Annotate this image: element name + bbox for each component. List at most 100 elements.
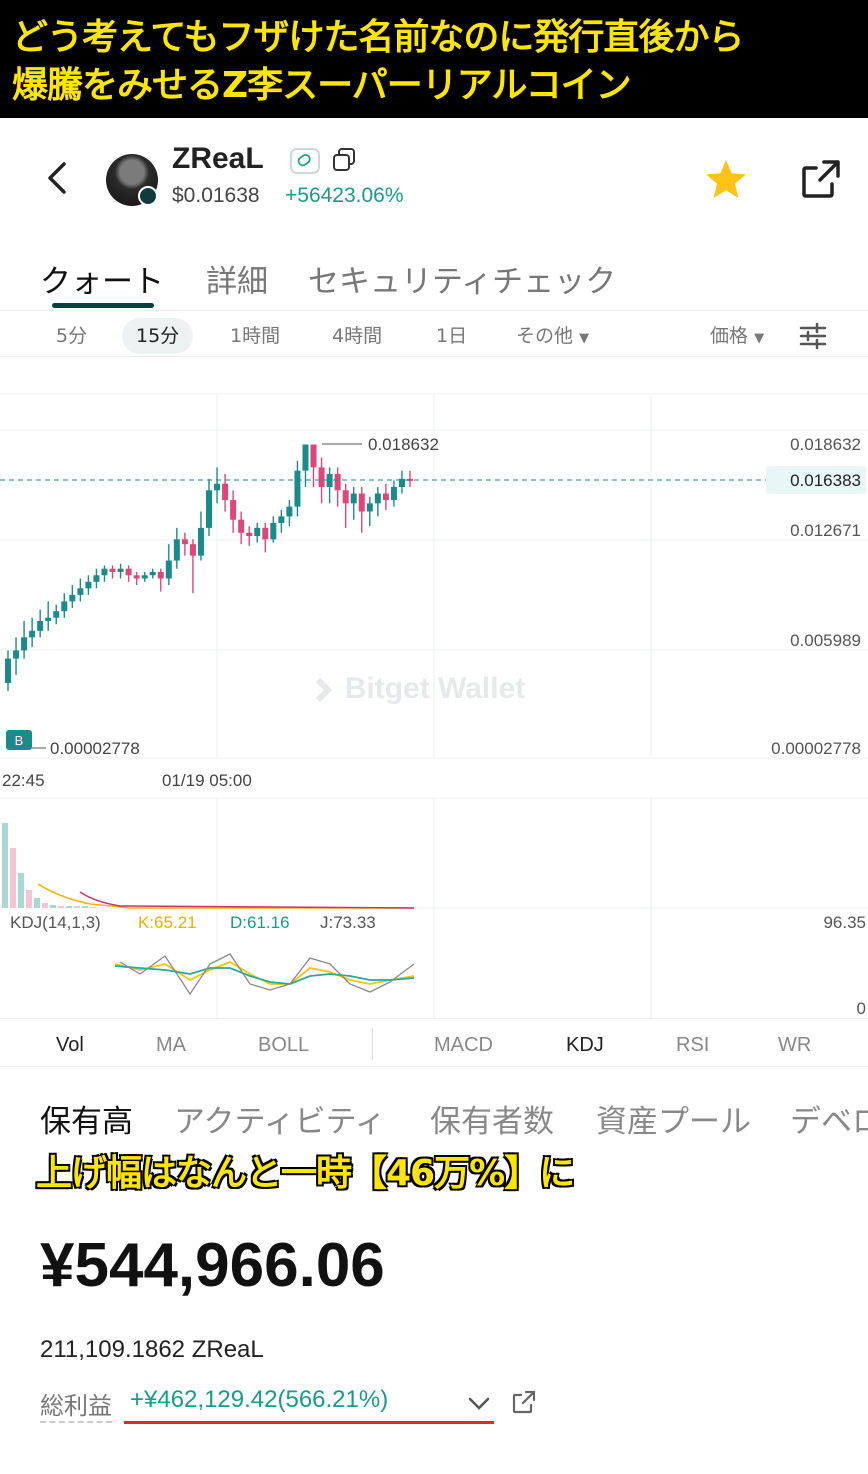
share-icon[interactable] — [798, 156, 844, 202]
candle-body — [246, 532, 253, 537]
interval-more-label: その他 — [516, 325, 574, 347]
tab-quote[interactable]: クォート — [40, 256, 164, 301]
volume-bar — [82, 906, 88, 908]
favorite-star-icon[interactable] — [702, 156, 750, 204]
volume-bar — [50, 905, 56, 908]
share-icon[interactable] — [510, 1388, 538, 1416]
candle-body — [85, 581, 92, 589]
high-price-label: 0.018632 — [368, 435, 439, 454]
candle-body — [278, 516, 285, 523]
kdj-axis-bottom: 0 — [857, 999, 866, 1018]
tab-developer[interactable]: デベロ — [790, 1096, 868, 1141]
kdj-d: D:61.16 — [230, 913, 290, 932]
candle-body — [141, 575, 148, 579]
volume-bar — [66, 906, 72, 908]
axis-label: 0.00002778 — [771, 739, 861, 758]
candle-body — [29, 630, 36, 638]
candle-body — [189, 544, 196, 556]
caption-mid: 上げ幅はなんと一時【46万%】に — [35, 1152, 576, 1195]
candle-body — [93, 575, 100, 582]
candle-body — [302, 444, 309, 471]
tab-details[interactable]: 詳細 — [206, 256, 268, 301]
candle-body — [101, 568, 108, 576]
volume-ma-line — [37, 883, 414, 909]
caption-line-2: 爆騰をみせるZ李スーパーリアルコイン — [11, 64, 633, 107]
candle-body — [13, 650, 20, 659]
candles — [5, 444, 413, 692]
holdings-quantity: 211,109.1862 ZReaL — [40, 1336, 264, 1363]
indicator-rsi[interactable]: RSI — [676, 1034, 709, 1057]
interval-1h[interactable]: 1時間 — [216, 318, 294, 354]
divider — [0, 1018, 868, 1019]
candle-body — [165, 560, 172, 579]
volume-bar — [26, 890, 32, 908]
interval-1d[interactable]: 1日 — [422, 318, 481, 354]
interval-4h[interactable]: 4時間 — [318, 318, 396, 354]
candle-body — [214, 483, 221, 491]
tab-holders[interactable]: 保有者数 — [430, 1096, 554, 1141]
candle-body — [181, 539, 188, 545]
tab-activity[interactable]: アクティビティ — [174, 1096, 386, 1141]
tab-holdings[interactable]: 保有高 — [40, 1096, 133, 1141]
holdings-value: ¥544,966.06 — [40, 1231, 385, 1300]
indicator-boll[interactable]: BOLL — [258, 1034, 309, 1057]
chevron-down-icon[interactable] — [466, 1392, 492, 1414]
tab-asset-pool[interactable]: 資産プール — [596, 1096, 751, 1141]
candle-body — [125, 568, 132, 576]
time-label: 22:45 — [2, 771, 45, 790]
volume-bar — [34, 898, 40, 908]
candle-body — [294, 470, 301, 507]
indicator-vol[interactable]: Vol — [56, 1034, 84, 1057]
candle-body — [53, 611, 60, 618]
chart-settings-icon[interactable] — [798, 321, 828, 351]
back-chevron-icon[interactable] — [40, 160, 76, 196]
watermark-text: Bitget Wallet — [345, 672, 526, 705]
tab-security-check[interactable]: セキュリティチェック — [308, 256, 616, 301]
axis-label: 0.012671 — [790, 521, 861, 540]
dropdown-caret-icon: ▼ — [579, 331, 590, 346]
indicator-kdj[interactable]: KDJ — [566, 1034, 604, 1057]
kdj-k: K:65.21 — [138, 913, 197, 932]
candle-body — [270, 522, 277, 540]
divider — [0, 1066, 868, 1067]
interval-more[interactable]: その他 ▼ — [502, 318, 603, 354]
price-chart[interactable]: Bitget Wallet 0.018632 0.00002778 B 0.01… — [0, 358, 868, 1018]
indicator-ma[interactable]: MA — [156, 1034, 186, 1057]
chain-badge-icon — [138, 186, 158, 206]
candle-body — [37, 620, 44, 631]
candle-body — [366, 503, 373, 512]
interval-15m[interactable]: 15分 — [122, 318, 194, 354]
dropdown-caret-icon: ▼ — [754, 331, 765, 346]
candle-body — [109, 568, 116, 572]
indicator-macd[interactable]: MACD — [434, 1034, 493, 1057]
divider — [0, 356, 868, 357]
token-change: +56423.06% — [285, 184, 404, 207]
watermark-logo-icon — [315, 677, 333, 703]
candle-body — [262, 527, 269, 540]
candle-body — [390, 487, 397, 501]
candle-body — [61, 601, 68, 612]
candle-body — [222, 483, 229, 501]
indicator-wr[interactable]: WR — [778, 1034, 811, 1057]
kdj-axis-top: 96.35 — [823, 913, 866, 932]
candle-body — [254, 527, 261, 537]
candle-body — [117, 568, 124, 572]
price-type-select[interactable]: 価格 ▼ — [696, 318, 778, 354]
candle-body — [69, 594, 76, 602]
kdj-label: KDJ(14,1,3) — [10, 913, 101, 932]
candle-body — [206, 490, 212, 528]
kdj-j-line — [119, 953, 415, 996]
candle-body — [149, 571, 156, 576]
candle-body — [342, 490, 349, 504]
interval-5m[interactable]: 5分 — [42, 318, 101, 354]
divider — [0, 310, 868, 311]
candle-body — [21, 637, 28, 651]
candle-body — [318, 467, 325, 488]
pill-icon — [290, 148, 320, 174]
candle-body — [45, 617, 52, 621]
candle-body — [5, 658, 11, 684]
copy-icon[interactable] — [330, 146, 358, 174]
volume-bar — [10, 848, 16, 908]
volume-bars — [2, 823, 96, 908]
candle-body — [358, 493, 365, 512]
